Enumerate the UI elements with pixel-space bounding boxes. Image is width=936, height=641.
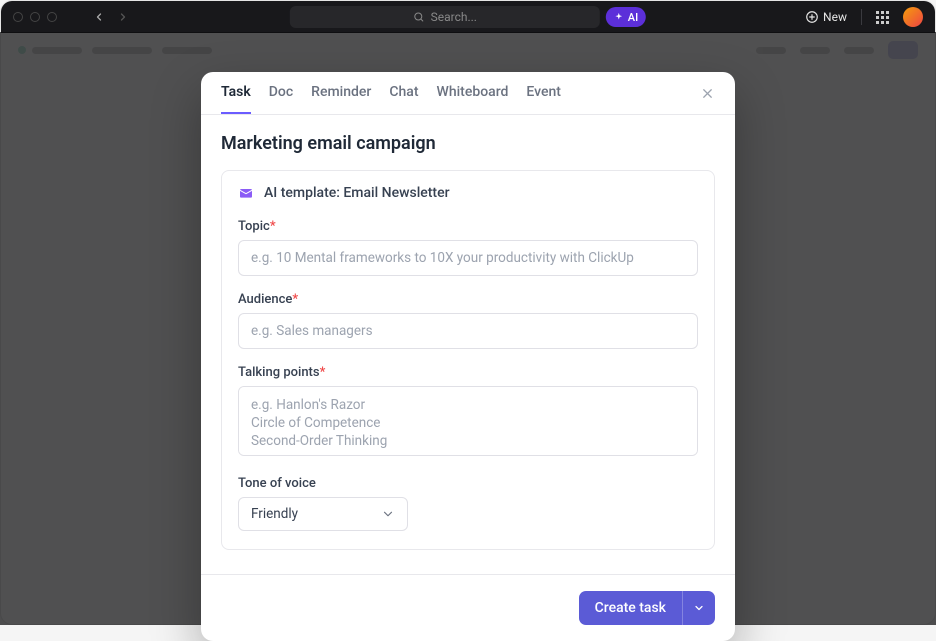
ai-button[interactable]: AI	[606, 7, 646, 27]
maximize-window[interactable]	[47, 12, 57, 22]
minimize-window[interactable]	[30, 12, 40, 22]
envelope-icon	[238, 185, 254, 201]
template-label: AI template: Email Newsletter	[264, 185, 450, 201]
tab-task[interactable]: Task	[221, 84, 251, 114]
sparkle-icon	[614, 12, 624, 22]
new-label: New	[823, 10, 847, 24]
divider	[861, 9, 862, 25]
tab-event[interactable]: Event	[526, 84, 561, 114]
chevron-down-icon	[693, 602, 705, 614]
search-icon	[413, 11, 425, 23]
audience-label: Audience*	[238, 292, 698, 307]
search-placeholder: Search...	[431, 10, 477, 24]
close-icon	[700, 86, 715, 101]
tab-whiteboard[interactable]: Whiteboard	[437, 84, 509, 114]
topbar: Search... AI New	[1, 1, 935, 33]
nav-forward[interactable]	[113, 9, 133, 25]
ai-label: AI	[628, 11, 638, 24]
create-task-button[interactable]: Create task	[579, 591, 715, 625]
new-button[interactable]: New	[805, 10, 847, 24]
close-button[interactable]	[700, 86, 715, 113]
search-input[interactable]: Search...	[290, 6, 600, 28]
close-window[interactable]	[13, 12, 23, 22]
topic-input[interactable]	[238, 240, 698, 276]
audience-input[interactable]	[238, 313, 698, 349]
create-task-label: Create task	[579, 591, 682, 625]
nav-back[interactable]	[89, 9, 109, 25]
apps-grid-icon[interactable]	[876, 11, 889, 24]
topic-label: Topic*	[238, 219, 698, 234]
plus-circle-icon	[805, 10, 819, 24]
avatar[interactable]	[903, 7, 923, 27]
task-title[interactable]: Marketing email campaign	[221, 133, 715, 154]
create-modal: Task Doc Reminder Chat Whiteboard Event …	[201, 72, 735, 625]
ai-template-form: AI template: Email Newsletter Topic* Aud…	[221, 170, 715, 550]
chevron-down-icon	[381, 507, 395, 521]
tone-selected-value: Friendly	[251, 506, 298, 522]
create-task-dropdown[interactable]	[682, 591, 715, 625]
talking-points-label: Talking points*	[238, 365, 698, 380]
tone-select[interactable]: Friendly	[238, 497, 408, 531]
tab-reminder[interactable]: Reminder	[311, 84, 371, 114]
tone-label: Tone of voice	[238, 476, 698, 491]
tab-doc[interactable]: Doc	[269, 84, 293, 114]
talking-points-input[interactable]	[238, 386, 698, 456]
tab-chat[interactable]: Chat	[389, 84, 418, 114]
modal-tabs: Task Doc Reminder Chat Whiteboard Event	[201, 72, 735, 115]
window-controls	[13, 12, 57, 22]
